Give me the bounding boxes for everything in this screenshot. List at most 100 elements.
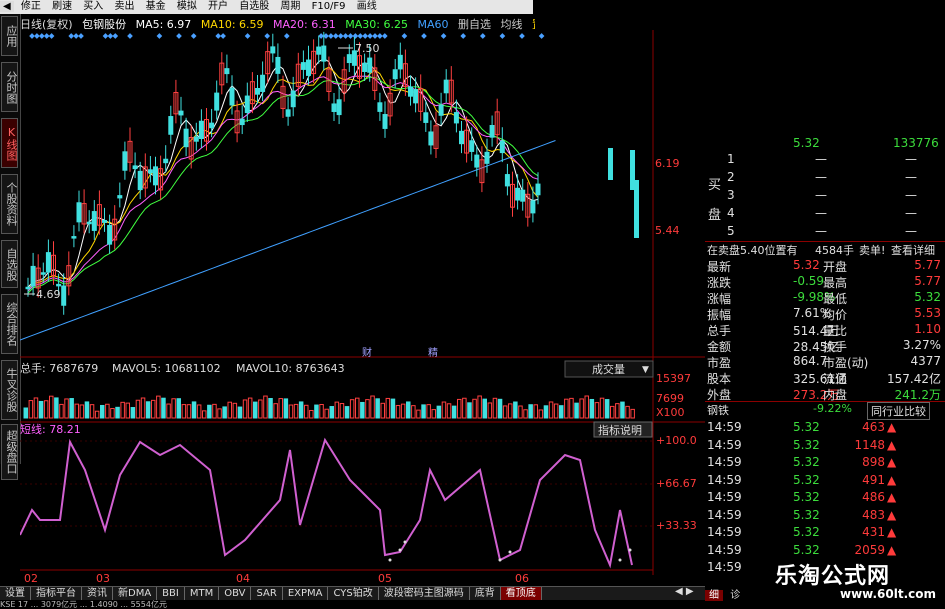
buy-row: 5 — — <box>727 224 917 238</box>
indicator-tab[interactable]: 新DMA <box>113 587 158 601</box>
ma-settings-button[interactable]: 均线 <box>500 18 522 30</box>
side-tab-watchlist[interactable]: 自选股 <box>1 240 18 288</box>
volume-bar <box>584 395 589 419</box>
volume-bar <box>196 404 202 419</box>
stat-row: 涨跌 -0.59 最高 5.77 <box>705 274 945 290</box>
indicator-tab[interactable]: BBI <box>157 587 185 601</box>
trade-price: 5.32 <box>793 472 820 487</box>
side-tab-timeshare[interactable]: 分时图 <box>1 62 18 112</box>
side-tab-ranking[interactable]: 综合排名 <box>1 294 18 354</box>
volume-bar <box>74 403 79 419</box>
kline-chart-area[interactable]: 7.50 4.69 6.19 5.44 财 精 总手: 7687679 MAVO… <box>20 30 705 586</box>
toolbar-item[interactable]: 自选股 <box>235 1 273 12</box>
top-price: 5.32 <box>793 136 820 150</box>
remove-watch-button[interactable]: 删自选 <box>458 18 491 30</box>
indicator-tab[interactable]: 资讯 <box>82 587 113 601</box>
volume-bar <box>446 403 452 419</box>
toolbar-item[interactable]: F10/F9 <box>308 1 350 12</box>
volume-bar <box>436 405 442 419</box>
indicator-help-label[interactable]: 指标说明 <box>598 423 642 437</box>
candle-body <box>331 103 337 112</box>
volume-axis-unit: X100 <box>656 406 685 419</box>
candle-body <box>86 221 92 225</box>
toolbar-item[interactable]: 卖出 <box>110 1 138 12</box>
toolbar-item[interactable]: 模拟 <box>173 1 201 12</box>
candle-body <box>382 114 388 129</box>
trade-direction-icon: ▲ <box>887 490 897 504</box>
toolbar-item[interactable]: 开户 <box>204 1 232 12</box>
signal-diamond-icon <box>367 33 373 39</box>
volume-bar <box>28 400 34 419</box>
toolbar-item[interactable]: 周期 <box>276 1 304 12</box>
indicator-tab[interactable]: SAR <box>251 587 283 601</box>
toolbar-item[interactable]: 画线 <box>353 1 381 12</box>
quality-badge[interactable]: 精 <box>428 346 438 359</box>
volume-bar <box>298 401 304 419</box>
toolbar-item[interactable]: 买入 <box>79 1 107 12</box>
indicator-tab[interactable]: EXPMA <box>283 587 329 601</box>
indicator-tab[interactable]: 底背 <box>470 587 501 601</box>
candle-body <box>56 283 62 287</box>
indicator-tab[interactable]: 波段密码主图源码 <box>379 587 470 601</box>
stat-row: 涨幅 -9.98% 最低 5.32 <box>705 290 945 306</box>
volume-bar <box>329 406 334 419</box>
volume-dropdown-label[interactable]: 成交量 <box>592 362 625 376</box>
signal-diamond-icon <box>328 33 334 39</box>
tab-diagnose[interactable]: 诊 <box>726 590 744 601</box>
signal-diamond-icon <box>107 33 114 39</box>
candle-body <box>438 104 444 116</box>
candle-body <box>423 112 429 123</box>
candle-body <box>408 86 413 97</box>
indicator-tab[interactable]: OBV <box>219 587 252 601</box>
indicator-tab[interactable]: 设置 <box>0 587 31 601</box>
signal-diamond-icon <box>538 33 545 39</box>
trade-time: 14:59 <box>707 420 742 434</box>
candle-body <box>321 45 327 62</box>
trade-time: 14:59 <box>707 472 742 487</box>
indicator-tab[interactable]: MTM <box>185 587 220 601</box>
signal-diamond-icon <box>283 33 290 39</box>
trade-row: 14:59 5.32 486 ▲ <box>705 490 945 506</box>
indicator-tab[interactable]: CYS铂改 <box>328 587 379 601</box>
toolbar-back-icon[interactable]: ◀ <box>0 1 14 12</box>
chevron-down-icon[interactable]: ▼ <box>642 365 649 375</box>
signal-diamond-icon <box>78 33 84 39</box>
tab-scroll-arrows[interactable]: ◀ ▶ <box>675 586 694 597</box>
industry-compare-button[interactable]: 同行业比较 <box>867 402 930 420</box>
stat-label: 市盈(动) <box>823 356 869 370</box>
indicator-tab[interactable]: 指标平台 <box>31 587 82 601</box>
trade-price: 5.32 <box>793 437 820 452</box>
side-tab-orderbook[interactable]: 超级盘口 <box>1 424 18 480</box>
volume-bar <box>125 402 130 419</box>
side-tab-apps[interactable]: 应用 <box>1 16 18 56</box>
side-tab-profile[interactable]: 个股资料 <box>1 174 18 234</box>
toolbar-item[interactable]: 修正 <box>17 1 45 12</box>
signal-diamond-icon <box>479 33 486 39</box>
signal-diamond-icon <box>460 33 467 39</box>
toolbar-item[interactable]: 基金 <box>142 1 170 12</box>
period-label[interactable]: 日线(复权) <box>20 18 73 30</box>
volume-bar <box>84 401 90 419</box>
volume-bar <box>202 410 207 419</box>
volume-bar <box>64 398 69 419</box>
finance-badge[interactable]: 财 <box>362 346 372 359</box>
candle-body <box>61 285 67 306</box>
candle-body <box>214 92 220 111</box>
candle-body <box>608 148 613 180</box>
trade-time: 14:59 <box>707 437 742 452</box>
toolbar-item[interactable]: 刷速 <box>48 1 76 12</box>
side-tab-diagnosis[interactable]: 牛叉诊股 <box>1 360 18 420</box>
stat-row: 外盘 273.2万 内盘 241.2万 <box>705 386 945 402</box>
detail-link[interactable]: 查看详细 <box>891 242 935 258</box>
signal-diamond-icon <box>440 33 447 39</box>
volume-bar <box>564 398 569 419</box>
candle-body <box>229 87 235 106</box>
side-tab-kline[interactable]: K线图 <box>1 118 18 168</box>
trade-direction-icon: ▲ <box>887 420 897 434</box>
indicator-tab[interactable]: 看顶底 <box>500 587 542 601</box>
tab-detail[interactable]: 细 <box>705 590 723 601</box>
volume-bar <box>176 398 181 419</box>
top-button[interactable]: 置 <box>532 18 535 30</box>
stat-value: 5.77 <box>914 274 941 288</box>
x-axis-label: 03 <box>96 572 110 585</box>
